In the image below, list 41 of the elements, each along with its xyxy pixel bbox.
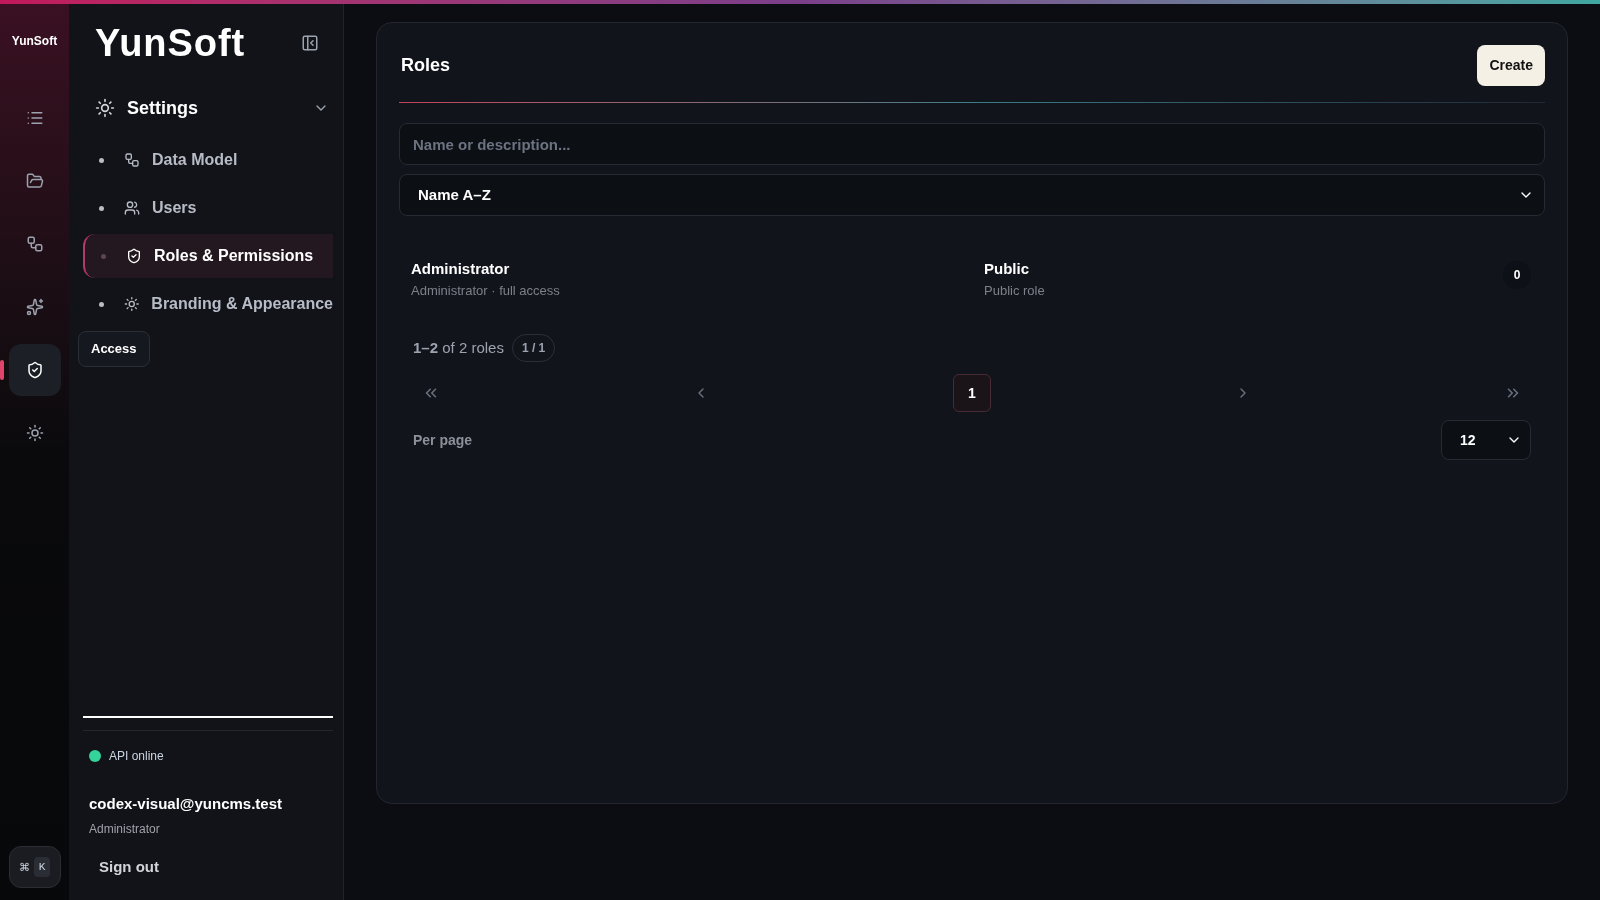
collapse-button[interactable] <box>301 34 319 52</box>
user-email: codex-visual@yuncms.test <box>88 794 284 814</box>
count-badge: 0 <box>1503 261 1531 289</box>
per-page-select[interactable]: 12 <box>1441 420 1531 460</box>
logo: YunSoft <box>95 24 246 62</box>
per-page-label: Per page <box>413 430 473 450</box>
rail-button[interactable] <box>8 344 61 396</box>
flow-icon <box>124 152 140 168</box>
sign-out-button[interactable]: Sign out <box>83 849 175 884</box>
status-label: API online <box>109 748 164 765</box>
page-button[interactable]: 1 <box>953 374 991 412</box>
shield-icon <box>126 248 142 264</box>
role-description: Administrator · full access <box>411 281 560 300</box>
collapse-icon <box>301 34 319 52</box>
results-summary: 1–2 of 2 roles <box>413 337 504 358</box>
section-header[interactable]: Settings <box>83 90 333 126</box>
user-role: Administrator <box>88 820 161 838</box>
folder-icon <box>25 172 44 190</box>
sun-icon <box>95 98 115 118</box>
nav-item[interactable]: Branding & Appearance <box>83 282 333 326</box>
nav-item[interactable]: Data Model <box>83 138 333 182</box>
brand-name: YunSoft <box>11 33 58 50</box>
tooltip: Access <box>78 331 150 367</box>
search-field[interactable]: Name or description... <box>399 123 1545 165</box>
sun-icon <box>25 424 44 442</box>
role-name: Administrator <box>411 259 511 279</box>
list-icon <box>25 109 44 127</box>
role-description: Public role <box>984 281 1045 300</box>
shortcut-button[interactable]: ⌘ K <box>8 846 61 888</box>
create-button[interactable]: Create <box>1477 45 1545 86</box>
users-icon <box>124 200 140 216</box>
active-indicator <box>0 360 4 380</box>
nav-item[interactable]: Roles & Permissions <box>83 234 333 278</box>
page-title: Roles <box>400 54 451 77</box>
sun-icon <box>123 296 140 312</box>
flow-icon <box>25 235 44 253</box>
nav-item[interactable]: Users <box>83 186 333 230</box>
sparkles-icon <box>25 298 44 316</box>
sort-select[interactable]: Name A–Z <box>399 174 1545 216</box>
role-name: Public <box>984 259 1030 279</box>
shield-icon <box>25 361 44 379</box>
